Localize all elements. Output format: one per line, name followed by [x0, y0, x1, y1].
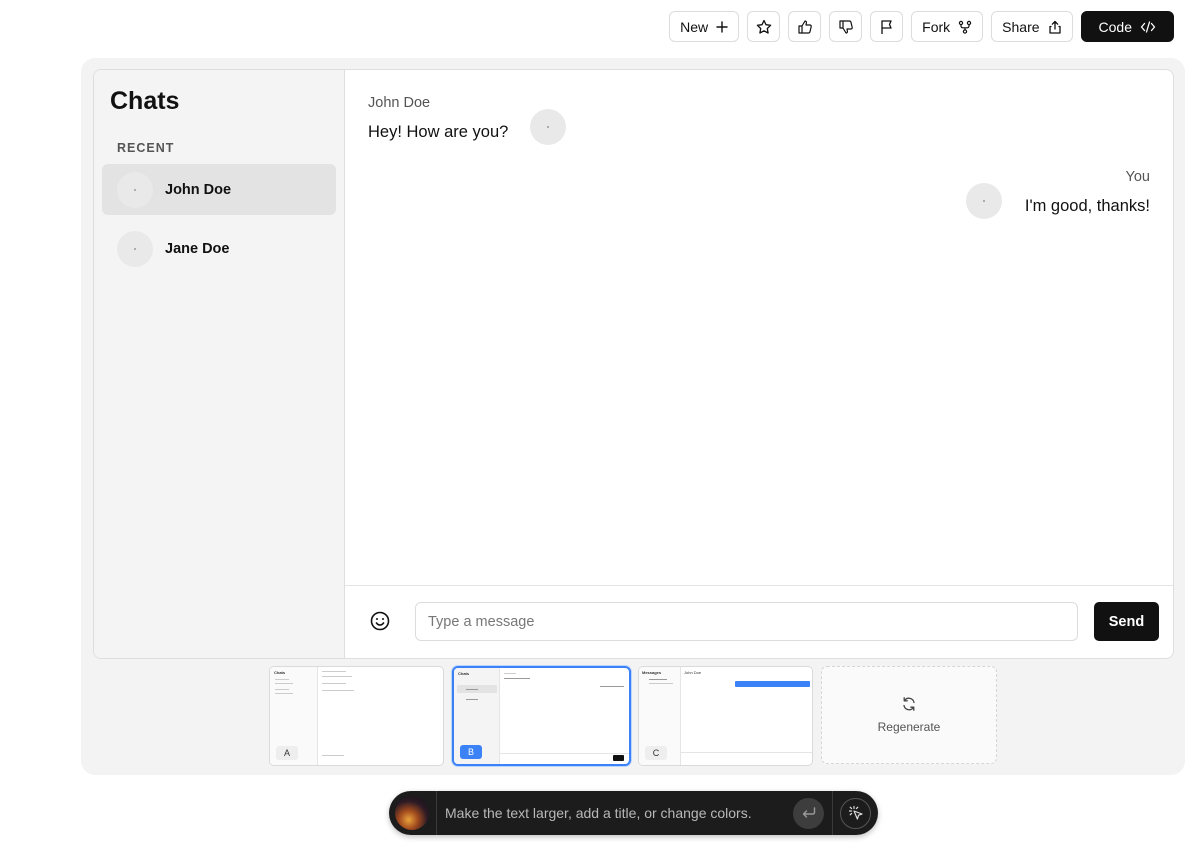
emoji-icon[interactable]	[369, 610, 391, 632]
share-button[interactable]: Share	[991, 11, 1073, 42]
new-button-label: New	[680, 18, 709, 35]
message-avatar	[966, 183, 1002, 219]
divider	[832, 791, 833, 835]
preview-frame: Chats RECENT John Doe Jane Doe John Doe …	[81, 58, 1185, 775]
code-button-label: Code	[1098, 18, 1132, 35]
new-button[interactable]: New	[669, 11, 740, 42]
recent-section-label: RECENT	[117, 141, 175, 155]
variant-thumbnail-c[interactable]: Messages John Doe C	[638, 666, 813, 766]
avatar	[117, 171, 153, 208]
top-toolbar: New Fork Share Code	[669, 11, 1174, 42]
code-icon	[1140, 20, 1156, 33]
message-composer: Send	[345, 585, 1173, 658]
star-icon	[756, 19, 771, 34]
variant-label: C	[645, 746, 667, 760]
send-button[interactable]: Send	[1094, 602, 1159, 641]
share-button-label: Share	[1002, 18, 1040, 35]
variant-thumbnail-b[interactable]: Chats B	[452, 666, 631, 766]
variant-label: A	[276, 746, 298, 760]
chat-item-name: Jane Doe	[165, 240, 230, 257]
message-text: Hey! How are you?	[368, 123, 509, 141]
cursor-select-icon	[848, 805, 863, 820]
submit-button[interactable]	[793, 797, 824, 829]
thumbs-up-icon	[798, 19, 812, 34]
star-button[interactable]	[747, 11, 781, 42]
chat-app: Chats RECENT John Doe Jane Doe John Doe …	[93, 69, 1174, 659]
refresh-icon	[903, 697, 915, 711]
variant-thumbnail-a[interactable]: Chats A	[269, 666, 444, 766]
fork-button-label: Fork	[922, 18, 951, 35]
flag-icon	[881, 19, 892, 34]
chat-item-jane-doe[interactable]: Jane Doe	[102, 223, 336, 274]
prompt-bar	[389, 791, 878, 835]
fork-button[interactable]: Fork	[911, 11, 984, 42]
chat-item-name: John Doe	[165, 181, 232, 198]
element-select-button[interactable]	[840, 797, 871, 829]
fork-icon	[958, 20, 972, 34]
code-button[interactable]: Code	[1080, 11, 1174, 42]
thumbs-up-button[interactable]	[788, 11, 822, 42]
variant-label: B	[460, 745, 482, 759]
message-input[interactable]	[415, 602, 1078, 641]
thumbs-down-icon	[839, 19, 853, 34]
user-avatar[interactable]	[395, 796, 429, 830]
message-sender: You	[1125, 169, 1150, 185]
regenerate-label: Regenerate	[877, 720, 941, 734]
avatar	[117, 230, 153, 267]
chat-item-john-doe[interactable]: John Doe	[102, 164, 336, 215]
message-text: I'm good, thanks!	[1024, 197, 1150, 215]
message-sender: John Doe	[368, 95, 431, 111]
conversation-pane: John Doe Hey! How are you? You I'm good,…	[345, 70, 1173, 658]
thumbs-down-button[interactable]	[829, 11, 863, 42]
sidebar-title: Chats	[110, 87, 180, 115]
regenerate-button[interactable]: Regenerate	[821, 666, 997, 764]
chat-sidebar: Chats RECENT John Doe Jane Doe	[94, 70, 345, 658]
enter-icon	[802, 807, 815, 818]
plus-icon	[716, 20, 728, 33]
message-avatar	[530, 109, 566, 145]
share-icon	[1048, 20, 1061, 34]
prompt-input[interactable]	[437, 791, 793, 835]
flag-button[interactable]	[870, 11, 904, 42]
